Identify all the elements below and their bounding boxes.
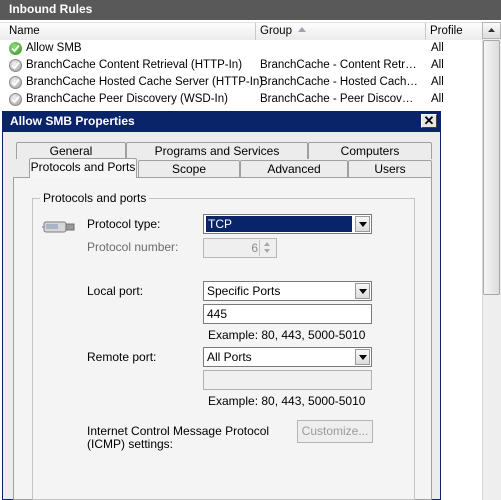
rule-group: BranchCache - Peer Discovery... — [260, 93, 418, 105]
pane-title: Inbound Rules — [9, 2, 93, 16]
remote-port-label: Remote port: — [87, 350, 157, 364]
disabled-check-icon — [9, 59, 22, 72]
rule-name: Allow SMB — [26, 42, 82, 54]
tab-programs-and-services[interactable]: Programs and Services — [126, 142, 308, 159]
local-port-input-value: 445 — [207, 307, 228, 321]
remote-port-input[interactable] — [203, 370, 372, 390]
enabled-check-icon — [9, 42, 22, 55]
dialog-title: Allow SMB Properties — [10, 114, 135, 128]
close-button[interactable]: ✕ — [421, 114, 437, 128]
remote-port-value: All Ports — [207, 350, 252, 364]
chevron-down-icon[interactable] — [355, 216, 370, 232]
group-label: Protocols and ports — [40, 191, 150, 205]
rule-profile: All — [431, 59, 444, 71]
column-header-profile[interactable]: Profile — [430, 25, 463, 37]
remote-port-example: Example: 80, 443, 5000-5010 — [208, 394, 366, 408]
rule-profile: All — [431, 76, 444, 88]
local-port-value: Specific Ports — [207, 284, 281, 298]
table-row[interactable]: BranchCache Content Retrieval (HTTP-In) … — [0, 57, 482, 74]
column-header-group[interactable]: Group — [260, 25, 292, 37]
scroll-up-arrow-icon — [488, 28, 495, 32]
close-icon: ✕ — [423, 113, 435, 128]
tab-general[interactable]: General — [16, 142, 126, 159]
local-port-example: Example: 80, 443, 5000-5010 — [208, 328, 366, 342]
tab-users[interactable]: Users — [348, 160, 432, 177]
icmp-label-line-2: (ICMP) settings: — [87, 437, 174, 451]
sort-ascending-icon — [298, 27, 306, 32]
rule-name: BranchCache Content Retrieval (HTTP-In) — [26, 59, 243, 71]
tab-protocols-and-ports[interactable]: Protocols and Ports — [29, 158, 137, 178]
column-divider[interactable] — [255, 23, 256, 40]
protocol-number-stepper[interactable]: 6 — [203, 238, 277, 258]
protocol-type-select[interactable]: TCP — [203, 214, 372, 234]
spin-arrows-icon[interactable] — [259, 240, 275, 256]
chevron-down-icon[interactable] — [355, 283, 370, 299]
disabled-check-icon — [9, 93, 22, 106]
remote-port-select[interactable]: All Ports — [203, 347, 372, 367]
table-row[interactable]: BranchCache Peer Discovery (WSD-In) Bran… — [0, 91, 482, 108]
table-row[interactable]: BranchCache Hosted Cache Server (HTTP-In… — [0, 74, 482, 91]
local-port-label: Local port: — [87, 284, 144, 298]
protocol-number-label: Protocol number: — [87, 240, 179, 254]
protocol-number-value: 6 — [251, 241, 258, 255]
rule-group: BranchCache - Hosted Cache ... — [260, 76, 418, 88]
rule-name: BranchCache Peer Discovery (WSD-In) — [26, 93, 228, 105]
column-header-name[interactable]: Name — [9, 25, 40, 37]
column-headers: Name Group Profile — [0, 22, 482, 41]
tab-computers[interactable]: Computers — [308, 142, 432, 159]
local-port-input[interactable]: 445 — [203, 304, 372, 324]
scroll-up-button[interactable] — [482, 22, 501, 39]
protocol-type-value: TCP — [206, 216, 352, 232]
tab-scope[interactable]: Scope — [138, 160, 240, 177]
rule-name: BranchCache Hosted Cache Server (HTTP-In… — [26, 76, 264, 88]
column-divider[interactable] — [425, 23, 426, 40]
protocol-type-label: Protocol type: — [87, 217, 161, 231]
customize-button[interactable]: Customize... — [297, 420, 373, 443]
tab-advanced[interactable]: Advanced — [240, 160, 348, 177]
scrollbar-thumb[interactable] — [483, 40, 500, 295]
local-port-select[interactable]: Specific Ports — [203, 281, 372, 301]
network-port-icon — [42, 217, 76, 240]
icmp-label-line-1: Internet Control Message Protocol — [87, 424, 270, 438]
rule-profile: All — [431, 42, 444, 54]
rule-profile: All — [431, 93, 444, 105]
rule-group: BranchCache - Content Retrie... — [260, 59, 418, 71]
chevron-down-icon[interactable] — [355, 349, 370, 365]
disabled-check-icon — [9, 76, 22, 89]
table-row[interactable]: Allow SMB All — [0, 40, 482, 57]
